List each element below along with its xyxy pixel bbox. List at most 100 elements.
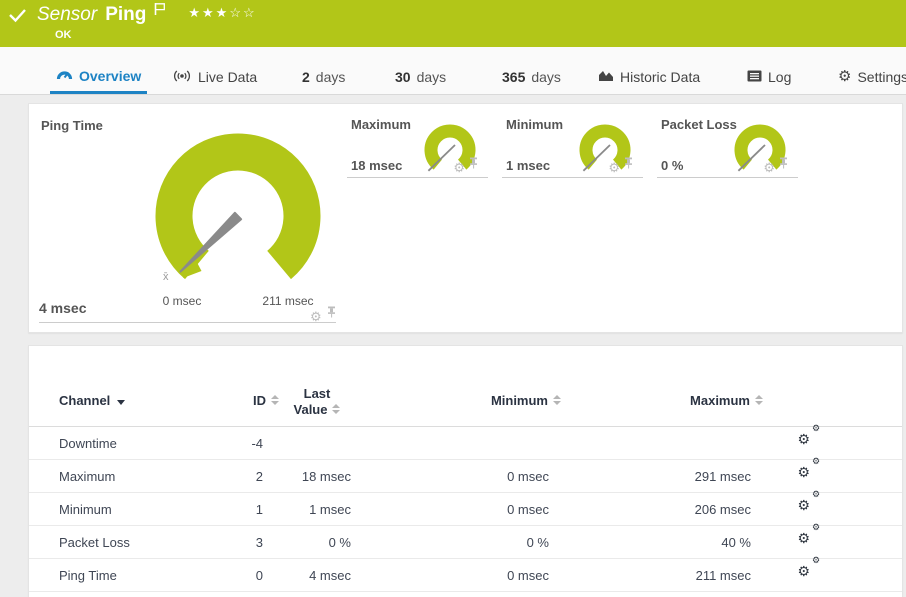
gear-icon[interactable]: ⚙ [310,310,322,323]
header-label: Channel [59,393,110,408]
channel-minimum: 0 % [449,535,549,550]
primary-gauge-value: 4 msec [39,300,86,316]
tile-divider [347,177,488,178]
mini-gauge-title: Packet Loss [661,117,737,132]
column-header-id[interactable]: ID [183,393,279,408]
tab-label: days [316,69,346,85]
tile-divider [502,177,643,178]
channel-id: 0 [183,568,263,583]
priority-flag-icon[interactable] [154,2,166,21]
pin-icon[interactable] [624,156,633,174]
tab-label: Log [768,69,791,85]
gauge-average-marker: x̄ [163,271,169,283]
channel-minimum: 0 msec [449,568,549,583]
sort-arrows-icon [332,404,340,414]
gauge-scale-min: 0 msec [142,294,222,308]
tab-bar: Overview Live Data 2 days 30 days 365 da… [0,47,906,95]
channel-maximum: 211 msec [651,568,751,583]
header-label: Maximum [690,393,750,408]
channel-last-value: 4 msec [261,568,351,583]
channel-last-value: 18 msec [261,469,351,484]
column-header-channel[interactable]: Channel [59,393,125,408]
pin-icon[interactable] [779,156,788,174]
channel-settings-button[interactable]: ⚙⚙ [811,466,833,487]
channel-name: Ping Time [59,568,117,583]
table-row: Minimum 1 1 msec 0 msec 206 msec ⚙⚙ [29,493,902,526]
tab-label: Live Data [198,69,257,85]
channel-name: Minimum [59,502,112,517]
channel-maximum: 206 msec [651,502,751,517]
channel-id: -4 [183,436,263,451]
mini-tile-icons: ⚙ [608,156,633,174]
gear-icon[interactable]: ⚙ [608,161,620,174]
table-row: Maximum 2 18 msec 0 msec 291 msec ⚙⚙ [29,460,902,493]
pin-icon[interactable] [327,305,336,323]
channel-last-value: 1 msec [261,502,351,517]
header-label: Minimum [491,393,548,408]
sort-arrows-icon [553,395,561,405]
gear-icon[interactable]: ⚙ [453,161,465,174]
tab-label: Historic Data [620,69,700,85]
tab-label: days [417,69,447,85]
column-header-last-value[interactable]: LastValue [269,386,365,418]
pin-icon[interactable] [469,156,478,174]
gear-icon[interactable]: ⚙ [763,161,775,174]
area-chart-icon [598,69,614,85]
channel-minimum: 0 msec [449,469,549,484]
mini-gauge-title: Maximum [351,117,411,132]
column-header-maximum[interactable]: Maximum [639,393,763,408]
channel-id: 2 [183,469,263,484]
sort-arrows-icon [755,395,763,405]
mini-gauge-value: 1 msec [506,158,550,173]
sensor-type-label: Sensor [37,4,97,26]
tab-365-days[interactable]: 365 days [496,60,567,94]
priority-stars[interactable]: ★★★☆☆ [188,5,256,21]
status-check-icon [9,8,27,29]
tile-divider [39,322,336,323]
gauges-panel: Ping Time x̄ 0 msec 211 msec 4 msec ⚙ Ma… [28,103,903,333]
column-header-minimum[interactable]: Minimum [437,393,561,408]
tab-30-days[interactable]: 30 days [389,60,452,94]
mini-tile-icons: ⚙ [763,156,788,174]
channel-name: Downtime [59,436,117,451]
mini-gauge-value: 18 msec [351,158,402,173]
tile-divider [657,177,798,178]
table-row: Downtime -4 ⚙⚙ [29,427,902,460]
channel-settings-button[interactable]: ⚙⚙ [811,433,833,454]
channel-settings-button[interactable]: ⚙⚙ [811,532,833,553]
mini-gauge-minimum: Minimum 1 msec ⚙ [502,114,643,178]
tab-historic-data[interactable]: Historic Data [592,60,706,94]
sensor-title: Sensor Ping ★★★☆☆ [37,4,257,26]
gear-icon: ⚙ [838,70,851,84]
live-broadcast-icon [172,69,192,86]
tab-label: Settings [857,69,906,85]
channel-settings-button[interactable]: ⚙⚙ [811,565,833,586]
mini-gauge-value: 0 % [661,158,683,173]
sensor-name: Ping [105,4,146,26]
tab-live-data[interactable]: Live Data [166,60,263,94]
tab-2-days[interactable]: 2 days [296,60,351,94]
header-label: ID [253,393,266,408]
mini-gauge-title: Minimum [506,117,563,132]
channel-maximum: 291 msec [651,469,751,484]
tab-label: Overview [79,68,141,84]
channel-name: Packet Loss [59,535,130,550]
tab-log[interactable]: Log [741,60,797,94]
mini-tile-icons: ⚙ [453,156,478,174]
channel-settings-button[interactable]: ⚙⚙ [811,499,833,520]
tab-label: days [531,69,561,85]
channel-id: 3 [183,535,263,550]
table-row: Ping Time 0 4 msec 0 msec 211 msec ⚙⚙ [29,559,902,592]
channel-id: 1 [183,502,263,517]
tab-number: 365 [502,69,525,85]
tab-overview[interactable]: Overview [50,60,147,94]
stars-filled[interactable]: ★★★ [188,5,229,20]
channel-maximum: 40 % [651,535,751,550]
primary-tile-icons: ⚙ [310,305,336,323]
header-label: Value [294,402,328,417]
channel-minimum: 0 msec [449,502,549,517]
sort-caret-icon [117,400,125,405]
header-label: Last [304,386,331,401]
tab-settings[interactable]: ⚙ Settings [832,60,906,94]
stars-empty[interactable]: ☆☆ [229,5,256,20]
